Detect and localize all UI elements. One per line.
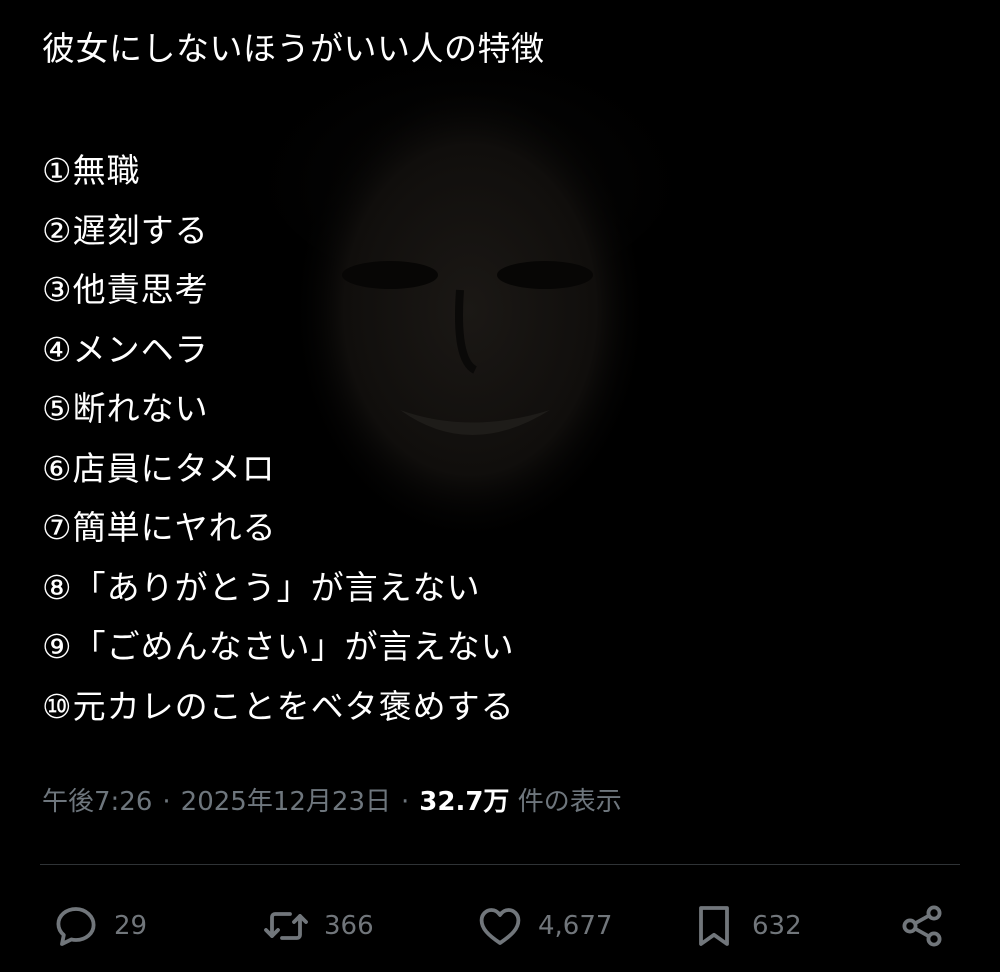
list-item: ③他責思考 — [42, 270, 209, 309]
tweet-meta: 午後7:26 · 2025年12月23日 · 32.7万 件の表示 — [42, 782, 622, 822]
list-item: ⑨「ごめんなさい」が言えない — [42, 627, 515, 666]
retweet-count: 366 — [324, 911, 374, 941]
meta-separator: · — [162, 787, 171, 817]
list-item: ②遅刻する — [42, 210, 209, 250]
share-icon — [902, 905, 942, 947]
share-button[interactable] — [898, 900, 946, 952]
meta-separator: · — [401, 787, 410, 817]
list-item: ⑩元カレのことをベタ褒めする — [42, 686, 515, 726]
list-item: ⑦簡単にヤれる — [42, 508, 277, 547]
bookmark-count: 632 — [752, 911, 802, 941]
bookmark-icon — [699, 906, 729, 946]
reply-button[interactable]: 29 — [52, 900, 147, 952]
list-item: ⑥店員にタメロ — [42, 448, 276, 488]
list-item: ⑧「ありがとう」が言えない — [42, 567, 481, 607]
views-label: 件の表示 — [517, 787, 622, 817]
like-button[interactable]: 4,677 — [476, 900, 612, 952]
reply-count: 29 — [114, 911, 148, 941]
like-count: 4,677 — [538, 911, 613, 941]
list-item: ①無職 — [42, 151, 141, 190]
heart-icon — [479, 908, 521, 945]
tweet-list: ①無職 ②遅刻する ③他責思考 ④メンヘラ ⑤断れない ⑥店員にタメロ ⑦簡単に… — [42, 146, 515, 741]
bookmark-button[interactable]: 632 — [690, 900, 802, 952]
action-bar: 29 366 4,677 632 — [0, 894, 1000, 958]
post-time[interactable]: 午後7:26 — [42, 787, 152, 817]
divider — [40, 864, 960, 865]
list-item: ⑤断れない — [42, 389, 209, 428]
tweet: 彼女にしないほうがいい人の特徴 ①無職 ②遅刻する ③他責思考 ④メンヘラ ⑤断… — [0, 0, 1000, 972]
list-item: ④メンヘラ — [42, 329, 209, 369]
tweet-title: 彼女にしないほうがいい人の特徴 — [42, 29, 545, 68]
retweet-button[interactable]: 366 — [262, 900, 374, 952]
views-count[interactable]: 32.7万 — [419, 787, 509, 817]
post-date[interactable]: 2025年12月23日 — [181, 787, 391, 817]
speech-bubble-icon — [56, 907, 96, 946]
retweet-icon — [264, 912, 308, 940]
